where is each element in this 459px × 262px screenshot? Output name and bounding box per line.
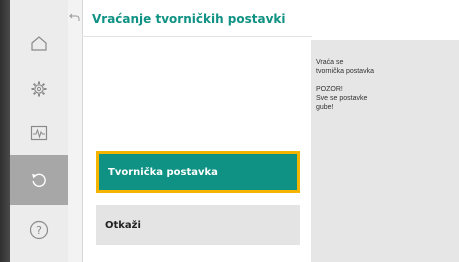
gear-icon	[30, 80, 48, 98]
restore-icon	[30, 171, 48, 189]
sidebar-item-help[interactable]: ?	[10, 205, 68, 255]
info-description-line-1: Vraća se	[316, 59, 344, 66]
sidebar-item-restore[interactable]	[10, 155, 68, 205]
svg-text:?: ?	[36, 224, 42, 237]
cancel-button[interactable]: Otkaži	[96, 205, 300, 245]
sidebar-item-home[interactable]	[10, 18, 68, 68]
sidebar-item-diagnostics[interactable]	[10, 108, 68, 158]
device-frame-edge	[0, 0, 10, 262]
info-warning-line-2: Sve se postavke	[316, 95, 368, 102]
info-panel: Vraća se tvornička postavka POZOR! Sve s…	[311, 40, 459, 262]
sidebar-item-settings[interactable]	[10, 64, 68, 114]
help-icon: ?	[29, 220, 49, 240]
info-warning-line-3: gube!	[316, 104, 334, 111]
diagnostics-icon	[30, 124, 48, 142]
factory-reset-label: Tvornička postavka	[108, 166, 218, 178]
header-divider	[82, 36, 312, 37]
page-title: Vraćanje tvorničkih postavki	[92, 12, 286, 26]
back-strip[interactable]	[68, 0, 83, 262]
home-icon	[30, 34, 48, 52]
back-icon[interactable]	[68, 10, 82, 24]
sidebar: ?	[10, 0, 69, 262]
info-description-line-2: tvornička postavka	[316, 68, 374, 75]
info-warning-title: POZOR!	[316, 86, 343, 93]
cancel-label: Otkaži	[105, 219, 141, 231]
factory-reset-button[interactable]: Tvornička postavka	[96, 151, 300, 193]
